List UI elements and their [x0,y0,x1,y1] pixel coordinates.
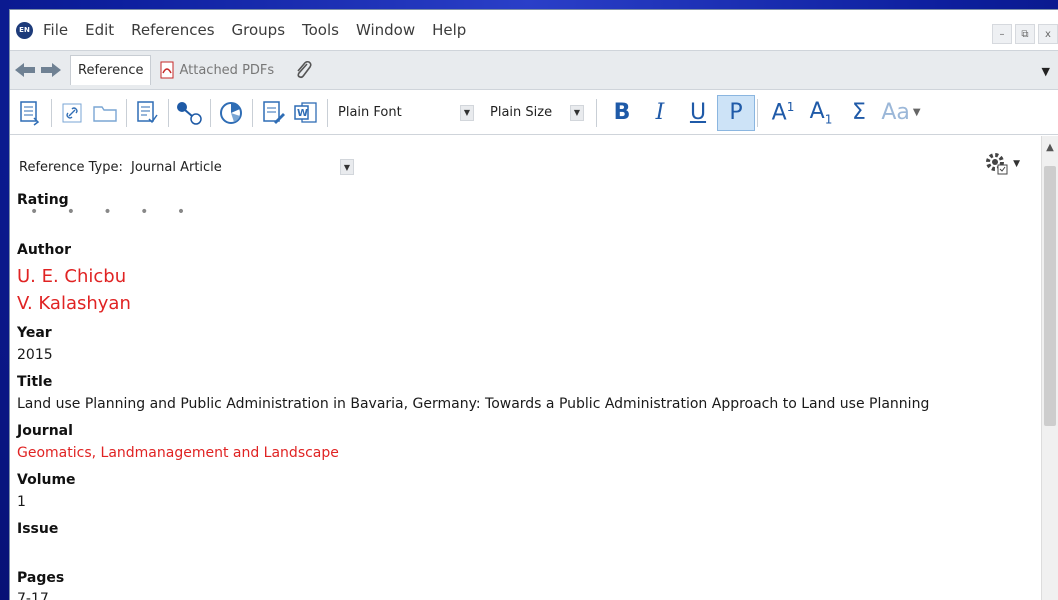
restore-button[interactable]: ⧉ [1015,24,1035,44]
pages-label: Pages [17,570,65,586]
author-value-1[interactable]: U. E. Chicbu [17,266,126,287]
superscript-button[interactable]: A1 [764,95,802,131]
minimize-button[interactable]: – [992,24,1012,44]
scroll-up-arrow-icon[interactable]: ▲ [1042,142,1058,153]
change-case-arrow-icon: ▼ [912,107,921,118]
tab-bar: Reference Attached PDFs ▼ [10,50,1058,90]
issue-value[interactable] [17,543,417,561]
toolbar-divider [126,98,127,127]
tab-reference[interactable]: Reference [70,55,152,85]
app-logo-icon: EN [16,21,33,39]
sync-icon[interactable] [217,98,245,128]
toolbar-divider [596,98,597,127]
settings-gear-button[interactable]: ▼ [984,150,1020,178]
size-select-value: Plain Size [490,105,553,120]
toolbar-divider [252,98,253,127]
volume-label: Volume [17,472,76,488]
reference-type-value: Journal Article [130,159,222,175]
journal-label: Journal [17,423,73,439]
size-dropdown-arrow-icon[interactable]: ▼ [570,104,584,121]
plain-button[interactable]: P [717,94,755,131]
subscript-button[interactable]: A1 [802,95,840,131]
menu-references[interactable]: References [131,21,214,39]
scrollbar-thumb[interactable] [1044,166,1056,426]
tab-attached-pdfs[interactable]: Attached PDFs [151,55,281,85]
toolbar-divider [757,98,758,127]
underline-button[interactable]: U [679,95,717,131]
author-label: Author [17,242,71,258]
link-icon[interactable] [58,98,86,128]
menu-edit[interactable]: Edit [85,21,114,39]
back-arrow-icon[interactable] [14,60,36,80]
issue-label: Issue [17,521,59,537]
font-select[interactable]: Plain Font ▼ [334,101,478,125]
menu-bar: EN File Edit References Groups Tools Win… [10,10,1058,50]
menu-tools[interactable]: Tools [302,21,339,39]
toolbar-divider [327,98,328,127]
word-icon[interactable]: W [292,98,320,128]
close-button[interactable]: x [1038,24,1058,44]
menu-help[interactable]: Help [432,21,466,39]
pdf-icon [160,61,174,79]
edit-reference-icon[interactable] [133,98,161,128]
notes-icon[interactable] [259,98,287,128]
symbol-button[interactable]: Σ [840,95,878,131]
superscript-icon: A1 [771,99,795,126]
gear-arrow-icon: ▼ [1013,159,1020,169]
pages-value[interactable]: 7-17 [17,591,49,600]
font-select-value: Plain Font [338,105,402,120]
reference-type-select[interactable]: Reference Type: Journal Article ▼ [19,158,354,176]
change-case-button[interactable]: Aa ▼ [878,95,924,131]
year-value[interactable]: 2015 [17,347,53,363]
font-dropdown-arrow-icon[interactable]: ▼ [460,104,474,121]
title-label: Title [17,374,53,390]
gear-icon [986,153,1008,175]
title-value[interactable]: Land use Planning and Public Administrat… [17,396,929,412]
menu-groups[interactable]: Groups [232,21,285,39]
italic-button[interactable]: I [641,95,679,131]
insert-citation-icon[interactable] [16,98,44,128]
reference-type-arrow-icon[interactable]: ▼ [340,159,354,175]
tab-attached-pdfs-label: Attached PDFs [179,62,275,78]
toolbar-divider [210,98,211,127]
rating-stars[interactable]: • • • • • [30,204,197,220]
vertical-scrollbar[interactable]: ▲ [1041,136,1058,600]
reference-panel: Reference Type: Journal Article ▼ ▼ Rati… [10,136,1042,600]
menu-file[interactable]: File [43,21,68,39]
window-controls: – ⧉ x [992,24,1058,44]
svg-text:W: W [297,108,308,119]
menu-window[interactable]: Window [356,21,415,39]
paperclip-icon[interactable] [285,55,321,85]
journal-value[interactable]: Geomatics, Landmanagement and Landscape [17,445,339,461]
year-label: Year [17,325,52,341]
forward-arrow-icon[interactable] [40,60,62,80]
bold-button[interactable]: B [603,95,641,131]
volume-value[interactable]: 1 [17,494,26,510]
author-value-2[interactable]: V. Kalashyan [17,293,131,314]
format-toolbar: W Plain Font ▼ Plain Size ▼ B I U P A1 A… [10,91,1058,135]
tab-menu-arrow-icon[interactable]: ▼ [1042,65,1050,78]
size-select[interactable]: Plain Size ▼ [486,101,588,125]
reference-type-label: Reference Type: [19,159,123,175]
toolbar-divider [51,98,52,127]
subscript-icon: A1 [809,98,833,127]
folder-icon[interactable] [91,98,119,128]
toolbar-divider [168,98,169,127]
connect-icon[interactable] [175,98,203,128]
change-case-label: Aa [881,100,910,125]
endnote-window: EN File Edit References Groups Tools Win… [9,9,1058,600]
